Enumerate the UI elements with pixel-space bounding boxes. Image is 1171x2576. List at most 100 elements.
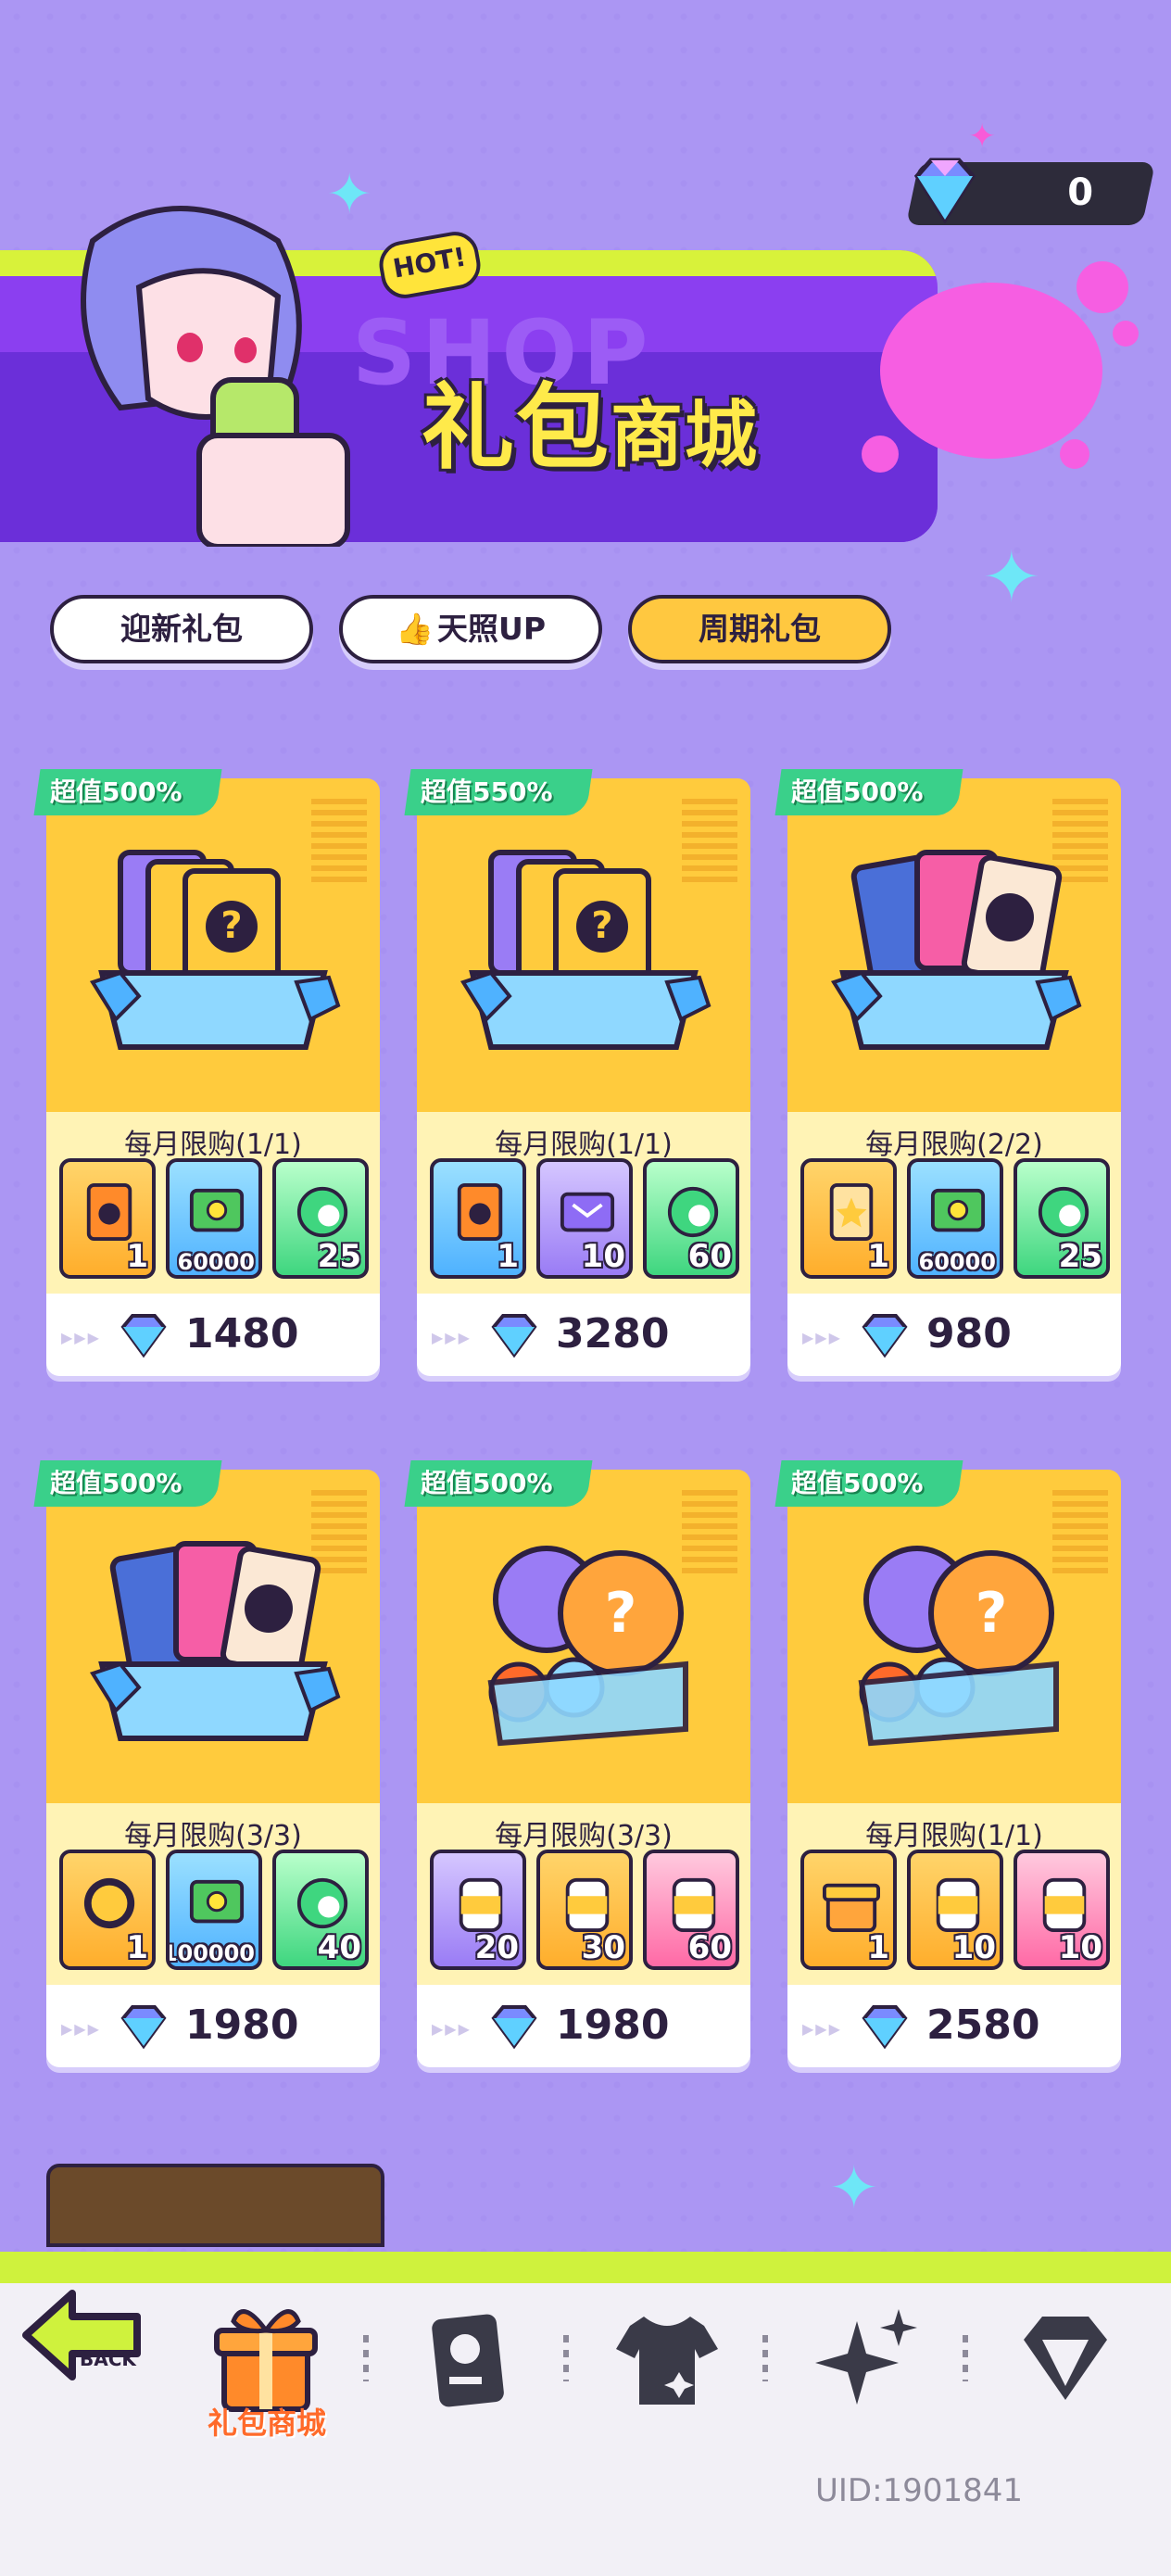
pack-item[interactable]: 10 xyxy=(907,1850,1003,1970)
back-arrow-icon xyxy=(22,2290,141,2380)
diamond-icon xyxy=(491,1314,537,1358)
item-quantity: 25 xyxy=(317,1238,361,1275)
item-quantity: 1 xyxy=(867,1929,889,1966)
item-quantity: 60000 xyxy=(918,1249,997,1275)
cash-icon xyxy=(189,1188,245,1232)
sparkle-icon[interactable] xyxy=(806,2298,926,2418)
pack-card[interactable]: ? 超值550% 每月限购(1/1) 1 10 60 ▶▶▶ 3280 xyxy=(404,769,750,1376)
buy-button[interactable]: ▶▶▶ 3280 xyxy=(417,1294,750,1376)
cash-icon xyxy=(930,1188,986,1232)
pack-card[interactable]: ? 超值500% 每月限购(1/1) 1 10 10 ▶▶▶ 2580 xyxy=(774,1460,1121,2067)
tab-amaterasu-up[interactable]: 👍 天照UP xyxy=(339,595,602,663)
nav-separator xyxy=(762,2335,768,2381)
svg-text:?: ? xyxy=(591,904,612,947)
partial-pack-card[interactable] xyxy=(46,2164,384,2247)
pack-item[interactable]: 1 xyxy=(800,1158,897,1279)
pack-art-area: ? xyxy=(417,1470,750,1803)
pack-items: 1 60000 25 xyxy=(800,1158,1110,1279)
diamond-icon xyxy=(862,2005,908,2050)
pack-item[interactable]: 1 xyxy=(800,1850,897,1970)
buy-button[interactable]: ▶▶▶ 1980 xyxy=(46,1985,380,2067)
item-quantity: 10 xyxy=(951,1929,996,1966)
tab-periodic-pack[interactable]: 周期礼包 xyxy=(628,595,891,663)
value-badge: 超值500% xyxy=(33,1460,222,1507)
price-value: 1980 xyxy=(556,2001,670,2049)
tab-label: 迎新礼包 xyxy=(120,611,243,647)
pack-item[interactable]: 25 xyxy=(272,1158,369,1279)
diamond-icon[interactable] xyxy=(1005,2298,1126,2418)
back-button[interactable]: BACK xyxy=(17,2279,151,2391)
buy-button[interactable]: ▶▶▶ 1980 xyxy=(417,1985,750,2067)
pack-card[interactable]: 超值500% 每月限购(3/3) 1 100000 40 ▶▶▶ 1980 xyxy=(33,1460,380,2067)
buy-button[interactable]: ▶▶▶ 980 xyxy=(787,1294,1121,1376)
item-quantity: 1 xyxy=(867,1238,889,1275)
item-quantity: 100000 xyxy=(166,1940,255,1966)
item-quantity: 20 xyxy=(474,1929,519,1966)
sparkle-icon: ✦ xyxy=(829,2154,879,2223)
pack-item[interactable]: 1 xyxy=(59,1850,156,1970)
value-badge-text: 超值500% xyxy=(421,1468,553,1498)
pack-item[interactable]: 100000 xyxy=(166,1850,262,1970)
diamond-balance-value: 0 xyxy=(1067,171,1094,214)
pack-art-card-box: ? xyxy=(89,850,341,1050)
price-decor: ▶▶▶ xyxy=(432,1329,472,1346)
value-badge-text: 超值550% xyxy=(421,777,553,807)
page-title: 礼包商城 xyxy=(422,352,759,486)
pack-item[interactable]: 1 xyxy=(430,1158,526,1279)
nav-separator xyxy=(563,2335,569,2381)
pack-items: 1 10 60 xyxy=(430,1158,739,1279)
pack-item[interactable]: 10 xyxy=(536,1158,633,1279)
price-value: 1480 xyxy=(185,1310,299,1357)
star-card-icon xyxy=(829,1183,874,1241)
pack-item[interactable]: 10 xyxy=(1014,1850,1110,1970)
value-badge: 超值550% xyxy=(404,769,593,815)
pack-card[interactable]: ? 超值500% 每月限购(1/1) 1 60000 25 ▶▶▶ 1480 xyxy=(33,769,380,1376)
pack-items: 20 30 60 xyxy=(430,1850,739,1970)
pack-item[interactable]: 60000 xyxy=(907,1158,1003,1279)
item-quantity: 60000 xyxy=(177,1249,256,1275)
bottom-nav xyxy=(0,2252,1171,2576)
pack-item[interactable]: 40 xyxy=(272,1850,369,1970)
page-title-sub: 商城 xyxy=(611,394,760,477)
pack-items: 1 60000 25 xyxy=(59,1158,369,1279)
pack-item[interactable]: 30 xyxy=(536,1850,633,1970)
card-pack-icon xyxy=(457,1183,503,1241)
pack-item[interactable]: 25 xyxy=(1014,1158,1110,1279)
back-label: BACK xyxy=(80,2348,136,2370)
buy-button[interactable]: ▶▶▶ 1480 xyxy=(46,1294,380,1376)
value-badge: 超值500% xyxy=(774,1460,963,1507)
can-icon xyxy=(565,1877,610,1932)
card-icon[interactable] xyxy=(408,2298,528,2418)
price-decor: ▶▶▶ xyxy=(802,2020,842,2038)
pack-card[interactable]: 超值500% 每月限购(2/2) 1 60000 25 ▶▶▶ 980 xyxy=(774,769,1121,1376)
nav-active-label: 礼包商城 xyxy=(207,2406,326,2441)
tab-welcome-pack[interactable]: 迎新礼包 xyxy=(50,595,313,663)
value-badge-text: 超值500% xyxy=(791,1468,924,1498)
value-badge: 超值500% xyxy=(404,1460,593,1507)
pack-item[interactable]: 60000 xyxy=(166,1158,262,1279)
pack-art-character-box xyxy=(89,1541,341,1741)
price-value: 2580 xyxy=(926,2001,1040,2049)
purchase-limit: 每月限购(2/2) xyxy=(865,1129,1043,1161)
pack-card[interactable]: ? 超值500% 每月限购(3/3) 20 30 60 ▶▶▶ 1980 xyxy=(404,1460,750,2067)
pack-art-area: ? xyxy=(417,778,750,1112)
pack-art-area xyxy=(787,778,1121,1112)
pack-art-character-box xyxy=(830,850,1082,1050)
value-badge: 超值500% xyxy=(33,769,222,815)
green-token-icon xyxy=(1038,1186,1089,1238)
pack-item[interactable]: 60 xyxy=(643,1158,739,1279)
pack-item[interactable]: 20 xyxy=(430,1850,526,1970)
shirt-icon[interactable] xyxy=(607,2298,727,2418)
character-illustration xyxy=(81,206,350,547)
item-quantity: 30 xyxy=(581,1929,625,1966)
item-quantity: 60 xyxy=(687,1929,732,1966)
pack-art-card-box: ? xyxy=(460,850,711,1050)
page-title-main: 礼包 xyxy=(422,373,611,482)
pack-art-area: ? xyxy=(46,778,380,1112)
pack-item[interactable]: 60 xyxy=(643,1850,739,1970)
pack-item[interactable]: 1 xyxy=(59,1158,156,1279)
pack-art-capsule-box: ? xyxy=(487,1546,688,1747)
can-icon xyxy=(1042,1877,1087,1932)
buy-button[interactable]: ▶▶▶ 2580 xyxy=(787,1985,1121,2067)
svg-text:?: ? xyxy=(976,1581,1008,1646)
